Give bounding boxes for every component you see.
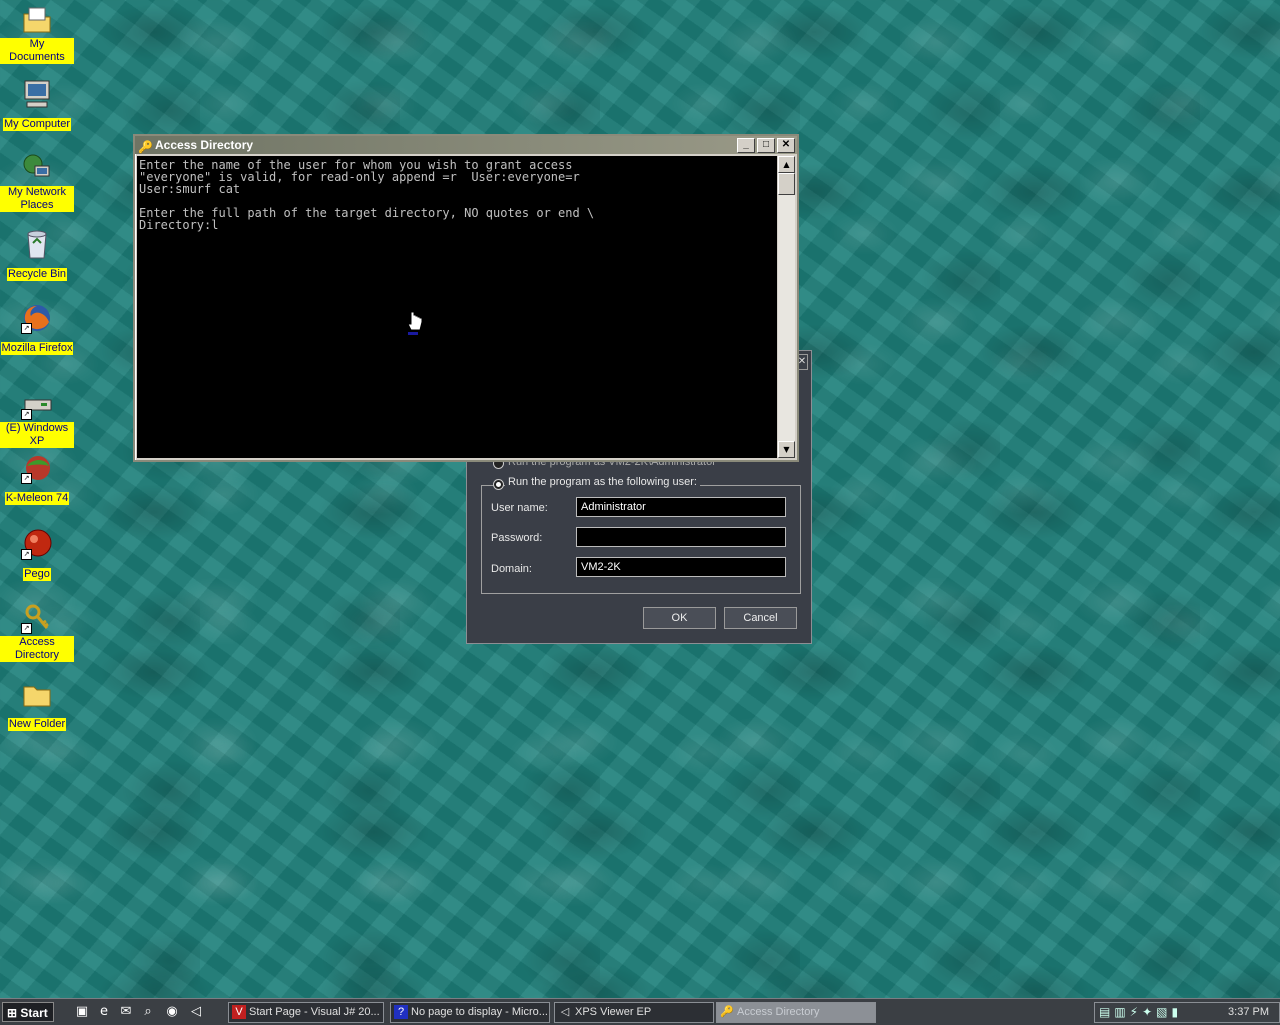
desktop-icon-label: Access Directory [0,636,74,662]
desktop-icon-label: K-Meleon 74 [4,492,70,505]
scroll-up-arrow-icon[interactable]: ▲ [778,156,795,173]
computer-icon [21,78,53,110]
desktop-icon-new-folder[interactable]: New Folder [0,678,74,731]
desktop-icon-label: My Documents [0,38,74,64]
tray-icons[interactable]: ▤▥⚡✦▧▮ [1099,1005,1182,1019]
desktop-icon-firefox[interactable]: ↗ Mozilla Firefox [0,302,74,355]
desktop-icon-label: My Network Places [0,186,74,212]
console-title: Access Directory [155,138,254,152]
desktop-icon-pego[interactable]: ↗ Pego [0,528,74,581]
task-label: XPS Viewer EP [575,1006,652,1018]
drive-icon: ↗ [21,388,53,420]
username-label: User name: [491,502,548,514]
desktop-icon-label: Pego [23,568,51,581]
ok-button[interactable]: OK [643,607,716,629]
firefox-quicklaunch-icon[interactable]: ◉ [164,1004,180,1020]
internet-explorer-icon[interactable]: e [96,1004,112,1020]
console-titlebar[interactable]: 🔑 Access Directory _ □ ✕ [135,136,797,154]
task-access-directory[interactable]: 🔑 Access Directory [716,1002,876,1023]
xps-icon: ◁ [560,1006,570,1018]
cancel-button[interactable]: Cancel [724,607,797,629]
folder-icon [21,678,53,710]
help-icon: ? [394,1005,408,1019]
desktop-icon-label: (E) Windows XP [0,422,74,448]
domain-field[interactable]: VM2-2K [576,557,786,577]
folder-docs-icon [21,4,53,36]
desktop-icon-access-directory[interactable]: ↗ Access Directory [0,602,74,662]
hand-cursor-icon [407,311,423,335]
console-window: 🔑 Access Directory _ □ ✕ Enter the name … [133,134,799,462]
task-visual-jsharp[interactable]: V Start Page - Visual J# 20... [228,1002,384,1023]
scroll-down-arrow-icon[interactable]: ▼ [778,441,795,458]
desktop-icon-label: My Computer [2,118,72,131]
visual-studio-icon[interactable]: ◁ [188,1004,204,1020]
vs-icon: V [232,1005,246,1019]
recycle-bin-icon [21,228,53,260]
task-label: Access Directory [737,1006,820,1018]
console-output[interactable]: Enter the name of the user for whom you … [137,156,777,458]
kmeleon-icon: ↗ [21,452,53,484]
windows-logo-icon: ⊞ [7,1006,18,1020]
system-tray: ▤▥⚡✦▧▮ 3:37 PM [1094,1002,1280,1023]
minimize-button[interactable]: _ [737,138,755,153]
desktop-icon-label: New Folder [7,718,67,731]
desktop-icon-my-documents[interactable]: My Documents [0,4,74,64]
shortcut-arrow-icon: ↗ [21,473,32,484]
pego-icon: ↗ [21,528,53,560]
clock[interactable]: 3:37 PM [1228,1003,1269,1022]
explorer-search-icon[interactable]: ⌕ [140,1004,156,1020]
show-desktop-icon[interactable]: ▣ [74,1004,90,1020]
keys-icon: 🔑 [138,140,153,154]
run-as-following-user-label: Run the program as the following user: [505,476,700,488]
desktop-icon-label: Recycle Bin [6,268,68,281]
password-field[interactable] [576,527,786,547]
taskbar: ⊞ Start ▣ e ✉ ⌕ ◉ ◁ V Start Page - Visua… [0,998,1280,1025]
firefox-icon: ↗ [21,302,53,334]
domain-label: Domain: [491,563,532,575]
desktop-icon-recycle-bin[interactable]: Recycle Bin [0,228,74,281]
shortcut-arrow-icon: ↗ [21,409,32,420]
vertical-scrollbar[interactable]: ▲ ▼ [778,156,795,458]
desktop-icon-kmeleon[interactable]: ↗ K-Meleon 74 [0,452,74,505]
start-label: Start [20,1006,48,1020]
task-label: No page to display - Micro... [411,1006,548,1018]
task-no-page[interactable]: ? No page to display - Micro... [390,1002,550,1023]
shortcut-arrow-icon: ↗ [21,549,32,560]
keys-icon: 🔑 [720,1006,734,1018]
shortcut-arrow-icon: ↗ [21,623,32,634]
desktop-icon-network-places[interactable]: My Network Places [0,152,74,212]
outlook-icon[interactable]: ✉ [118,1004,134,1020]
username-field[interactable]: Administrator [576,497,786,517]
password-label: Password: [491,532,543,544]
desktop-icon-windows-xp-drive[interactable]: ↗ (E) Windows XP [0,388,74,448]
run-as-following-user-radio[interactable] [493,479,504,490]
task-label: Start Page - Visual J# 20... [249,1006,380,1018]
desktop-icon-label: Mozilla Firefox [0,342,74,355]
maximize-button[interactable]: □ [757,138,775,153]
desktop-icon-my-computer[interactable]: My Computer [0,78,74,131]
start-button[interactable]: ⊞ Start [2,1002,54,1022]
keys-icon: ↗ [21,602,53,634]
shortcut-arrow-icon: ↗ [21,323,32,334]
close-button[interactable]: ✕ [777,138,795,153]
network-icon [21,152,53,184]
task-xps-viewer[interactable]: ◁ XPS Viewer EP [554,1002,714,1023]
scroll-thumb[interactable] [778,173,795,195]
